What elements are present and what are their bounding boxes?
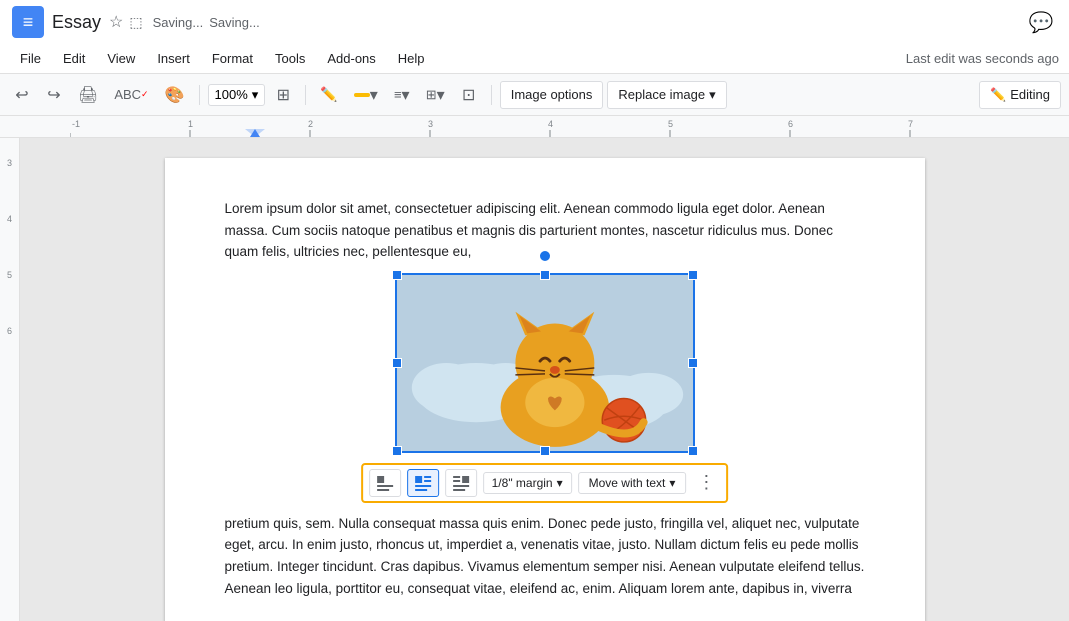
toolbar: ↩ ↪ 🖨 ABC✓ 🎨 100% ▾ ⊞ ✏️ ▾ ≡▾ ⊞▾ ⊡ Image… [0,74,1069,116]
svg-text:2: 2 [308,119,313,129]
toolbar-divider-2 [305,85,306,105]
menu-file[interactable]: File [10,47,51,70]
doc-area: Lorem ipsum dolor sit amet, consectetuer… [20,138,1069,621]
app-icon: ≡ [12,6,44,38]
left-ruler: 3 4 5 6 [0,138,20,621]
handle-mr[interactable] [688,358,698,368]
svg-text:1: 1 [188,119,193,129]
move-with-text-button[interactable]: Move with text ▾ [578,472,687,494]
wrap-text-right-icon [451,473,471,493]
main-area: 3 4 5 6 Lorem ipsum dolor sit amet, cons… [0,138,1069,621]
margin-select[interactable]: 1/8" margin ▾ [483,472,572,494]
svg-text:4: 4 [548,119,553,129]
margin-label: 1/8" margin [492,476,553,490]
handle-tr[interactable] [688,270,698,280]
image-options-button[interactable]: Image options [500,81,604,109]
menu-format[interactable]: Format [202,47,263,70]
margin-dropdown-icon: ▾ [557,476,563,490]
doc-title: Essay [52,12,101,33]
fit-page-button[interactable]: ⊞ [269,81,297,109]
svg-text:7: 7 [908,119,913,129]
wrap-inline-icon [375,473,395,493]
replace-image-dropdown-icon: ▾ [709,87,716,103]
handle-bm[interactable] [540,446,550,456]
more-options-icon: ⋮ [697,472,715,493]
handle-tm[interactable] [540,270,550,280]
border-color-button[interactable]: ≡▾ [388,81,416,109]
handle-br[interactable] [688,446,698,456]
zoom-dropdown-icon: ▾ [252,87,259,103]
drive-icon[interactable]: ⬚ [129,14,142,31]
menu-bar: File Edit View Insert Format Tools Add-o… [0,44,1069,74]
wrap-text-right-button[interactable] [445,469,477,497]
last-edit-text: Last edit was seconds ago [906,51,1059,66]
title-bar: ≡ Essay ☆ ⬚ Saving... Saving... 💬 [0,0,1069,44]
document: Lorem ipsum dolor sit amet, consectetuer… [165,158,925,621]
ruler-svg: -1 1 2 3 4 5 6 7 [70,116,1069,137]
move-with-text-dropdown-icon: ▾ [669,476,675,490]
redo-button[interactable]: ↪ [40,81,68,109]
handle-ml[interactable] [392,358,402,368]
ruler: -1 1 2 3 4 5 6 7 [0,116,1069,138]
more-options-button[interactable]: ⋮ [692,469,720,497]
svg-text:-1: -1 [72,119,80,129]
title-icons: ☆ ⬚ Saving... Saving... [109,12,260,32]
edit-image-button[interactable]: ✏️ [314,81,343,109]
menu-help[interactable]: Help [388,47,435,70]
paint-format-button[interactable]: 🎨 [159,81,191,109]
svg-text:6: 6 [788,119,793,129]
svg-text:5: 5 [668,119,673,129]
print-button[interactable]: 🖨 [72,81,104,109]
menu-tools[interactable]: Tools [265,47,315,70]
border-style-button[interactable]: ⊞▾ [420,81,451,109]
handle-bl[interactable] [392,446,402,456]
handle-rotate[interactable] [539,250,551,262]
toolbar-divider-1 [199,85,200,105]
editing-button[interactable]: ✏️ Editing [979,81,1061,109]
image-container: 1/8" margin ▾ Move with text ▾ ⋮ [395,273,695,453]
image-toolbar: 1/8" margin ▾ Move with text ▾ ⋮ [361,463,729,503]
saving-indicator: Saving... [153,15,204,30]
favorite-icon[interactable]: ☆ [109,12,123,32]
editing-pencil-icon: ✏️ [990,87,1006,103]
replace-image-button[interactable]: Replace image ▾ [607,81,726,109]
crop-button[interactable]: ⊡ [455,81,483,109]
title-right: 💬 [1025,6,1057,38]
menu-edit[interactable]: Edit [53,47,95,70]
wrap-inline-button[interactable] [369,469,401,497]
spell-check-button[interactable]: ABC✓ [108,81,154,109]
image-wrapper[interactable] [395,273,695,453]
move-with-text-label: Move with text [589,476,666,490]
saving-text: Saving... [209,15,260,30]
menu-insert[interactable]: Insert [147,47,200,70]
menu-addons[interactable]: Add-ons [317,47,385,70]
cat-image [397,275,693,451]
svg-text:3: 3 [428,119,433,129]
comments-icon[interactable]: 💬 [1025,6,1057,38]
wrap-text-left-icon [413,473,433,493]
editing-label: Editing [1010,87,1050,102]
replace-image-label: Replace image [618,87,705,102]
zoom-select[interactable]: 100% ▾ [208,84,266,106]
zoom-value: 100% [215,87,248,102]
cat-svg [397,275,693,451]
menu-view[interactable]: View [97,47,145,70]
doc-text-after: pretium quis, sem. Nulla consequat massa… [225,513,865,599]
image-options-label: Image options [511,87,593,102]
toolbar-divider-3 [491,85,492,105]
ruler-inner: -1 1 2 3 4 5 6 7 [70,116,1069,137]
undo-button[interactable]: ↩ [8,81,36,109]
highlight-color-button[interactable]: ▾ [348,81,384,109]
wrap-text-left-button[interactable] [407,469,439,497]
handle-tl[interactable] [392,270,402,280]
